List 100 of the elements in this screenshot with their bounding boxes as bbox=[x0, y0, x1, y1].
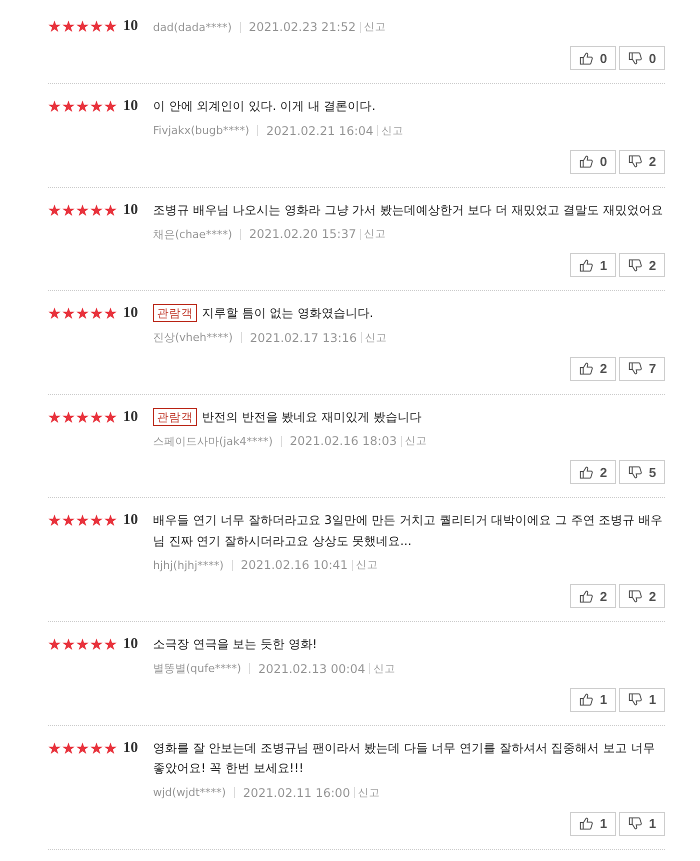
author-name: 채은(chae****) bbox=[153, 226, 232, 242]
thumbs-up-icon bbox=[578, 692, 594, 707]
post-date: 2021.02.17 13:16 bbox=[250, 330, 357, 344]
star-icon bbox=[48, 100, 61, 113]
star-icon bbox=[90, 307, 103, 320]
star-icon bbox=[104, 742, 117, 754]
thumbs-up-icon bbox=[578, 50, 594, 66]
post-date: 2021.02.13 00:04 bbox=[258, 662, 366, 676]
thumbs-up-icon bbox=[578, 816, 594, 831]
post-date: 2021.02.20 15:37 bbox=[249, 227, 356, 241]
like-button[interactable]: 0 bbox=[570, 150, 616, 174]
review-text: 지루할 틈이 없는 영화였습니다. bbox=[202, 306, 374, 320]
thumbs-up-icon bbox=[578, 588, 594, 604]
post-date: 2021.02.16 10:41 bbox=[240, 558, 348, 572]
star-icon bbox=[62, 638, 75, 651]
like-button[interactable]: 2 bbox=[570, 356, 616, 380]
like-button[interactable]: 2 bbox=[570, 584, 616, 608]
star-icon bbox=[90, 204, 103, 216]
thumbs-down-icon bbox=[628, 692, 643, 707]
thumbs-down-icon bbox=[628, 258, 643, 272]
author-name: 스페이드사마(jak4****) bbox=[153, 434, 273, 448]
star-icon bbox=[90, 20, 103, 33]
thumbs-down-icon bbox=[628, 816, 643, 831]
like-button[interactable]: 1 bbox=[570, 688, 616, 712]
post-date: 2021.02.21 16:04 bbox=[266, 124, 374, 138]
rating-score: 10 bbox=[123, 740, 138, 756]
star-icon bbox=[76, 514, 89, 527]
star-icon bbox=[48, 742, 61, 754]
star-icon bbox=[90, 742, 103, 754]
star-icon bbox=[62, 742, 75, 754]
thumbs-down-icon bbox=[628, 50, 643, 66]
review-text: 배우들 연기 너무 잘하더라고요 3일만에 만든 거치고 퀄리티거 대박이에요 그 주연 조병규 배우님 진짜 연기 잘하시더라고요 상상도 못했네요... bbox=[153, 513, 662, 548]
star-icon bbox=[48, 514, 61, 527]
like-button[interactable]: 0 bbox=[570, 46, 616, 70]
star-icon bbox=[48, 204, 61, 216]
star-icon bbox=[104, 204, 117, 216]
thumbs-down-icon bbox=[628, 464, 643, 480]
thumbs-down-icon bbox=[628, 588, 643, 604]
star-icon bbox=[48, 638, 61, 651]
review-text: 조병규 배우님 나오시는 영화라 그냥 가서 봤는데예상한거 보다 더 재밌었고 결말도 재밌었어요 bbox=[153, 202, 663, 216]
rating-score: 10 bbox=[123, 18, 138, 35]
star-icon bbox=[62, 20, 75, 33]
star-icon bbox=[62, 410, 75, 424]
thumbs-down-icon bbox=[628, 154, 643, 169]
star-icon bbox=[62, 307, 75, 320]
author-name: 진상(vheh****) bbox=[153, 330, 233, 345]
dislike-button[interactable]: 1 bbox=[619, 688, 665, 712]
dislike-button[interactable]: 1 bbox=[619, 812, 665, 836]
author-name: dad(dada****) bbox=[153, 20, 232, 34]
review-text: 소극장 연극을 보는 듯한 영화! bbox=[153, 637, 318, 651]
author-name: 별똥별(qufe****) bbox=[153, 661, 242, 676]
star-icon bbox=[90, 410, 103, 424]
author-name: wjd(wjdt****) bbox=[153, 786, 226, 799]
thumbs-up-icon bbox=[578, 464, 594, 480]
star-icon bbox=[76, 100, 89, 113]
dislike-button[interactable]: 5 bbox=[619, 460, 665, 484]
star-icon bbox=[62, 100, 75, 113]
like-button[interactable]: 1 bbox=[570, 812, 616, 836]
dislike-button[interactable]: 2 bbox=[619, 150, 665, 174]
star-icon bbox=[76, 307, 89, 320]
star-icon bbox=[104, 307, 117, 320]
post-date: 2021.02.11 16:00 bbox=[242, 786, 350, 800]
star-icon bbox=[90, 514, 103, 527]
dislike-button[interactable]: 7 bbox=[619, 356, 665, 380]
star-icon bbox=[90, 638, 103, 651]
rating-score: 10 bbox=[123, 512, 138, 529]
viewer-badge: 관람객 bbox=[153, 304, 197, 322]
star-icon bbox=[76, 410, 89, 424]
review-text: 이 안에 외계인이 있다. 이게 내 결론이다. bbox=[153, 99, 376, 113]
star-icon bbox=[48, 20, 61, 33]
star-icon bbox=[48, 410, 61, 424]
star-icon bbox=[62, 204, 75, 216]
star-icon bbox=[76, 638, 89, 651]
star-icon bbox=[76, 742, 89, 754]
dislike-button[interactable]: 2 bbox=[619, 584, 665, 608]
like-button[interactable]: 1 bbox=[570, 253, 616, 277]
star-icon bbox=[90, 100, 103, 113]
rating-score: 10 bbox=[123, 202, 138, 218]
star-icon bbox=[104, 100, 117, 113]
rating-score: 10 bbox=[123, 305, 138, 322]
thumbs-up-icon bbox=[578, 258, 594, 272]
author-name: Fivjakx(bugb****) bbox=[153, 124, 250, 137]
star-icon bbox=[104, 20, 117, 33]
author-name: hjhj(hjhj****) bbox=[153, 558, 224, 572]
post-date: 2021.02.16 18:03 bbox=[290, 434, 397, 448]
like-button[interactable]: 2 bbox=[570, 460, 616, 484]
star-icon bbox=[104, 514, 117, 527]
viewer-badge: 관람객 bbox=[153, 408, 197, 426]
thumbs-down-icon bbox=[628, 361, 643, 376]
dislike-button[interactable]: 2 bbox=[619, 253, 665, 277]
rating-score: 10 bbox=[123, 636, 138, 653]
review-text: 반전의 반전을 봤네요 재미있게 봤습니다 bbox=[202, 410, 422, 424]
review-text: 영화를 잘 안보는데 조병규님 팬이라서 봤는데 다들 너무 연기를 잘하셔서 집중해서 보고 너무 좋았어요! 꼭 한번 보세요!!! bbox=[153, 740, 655, 775]
star-icon bbox=[76, 20, 89, 33]
star-icon bbox=[104, 410, 117, 424]
thumbs-up-icon bbox=[578, 361, 594, 376]
dislike-button[interactable]: 0 bbox=[619, 46, 665, 70]
star-icon bbox=[48, 307, 61, 320]
star-icon bbox=[104, 638, 117, 651]
star-icon bbox=[62, 514, 75, 527]
